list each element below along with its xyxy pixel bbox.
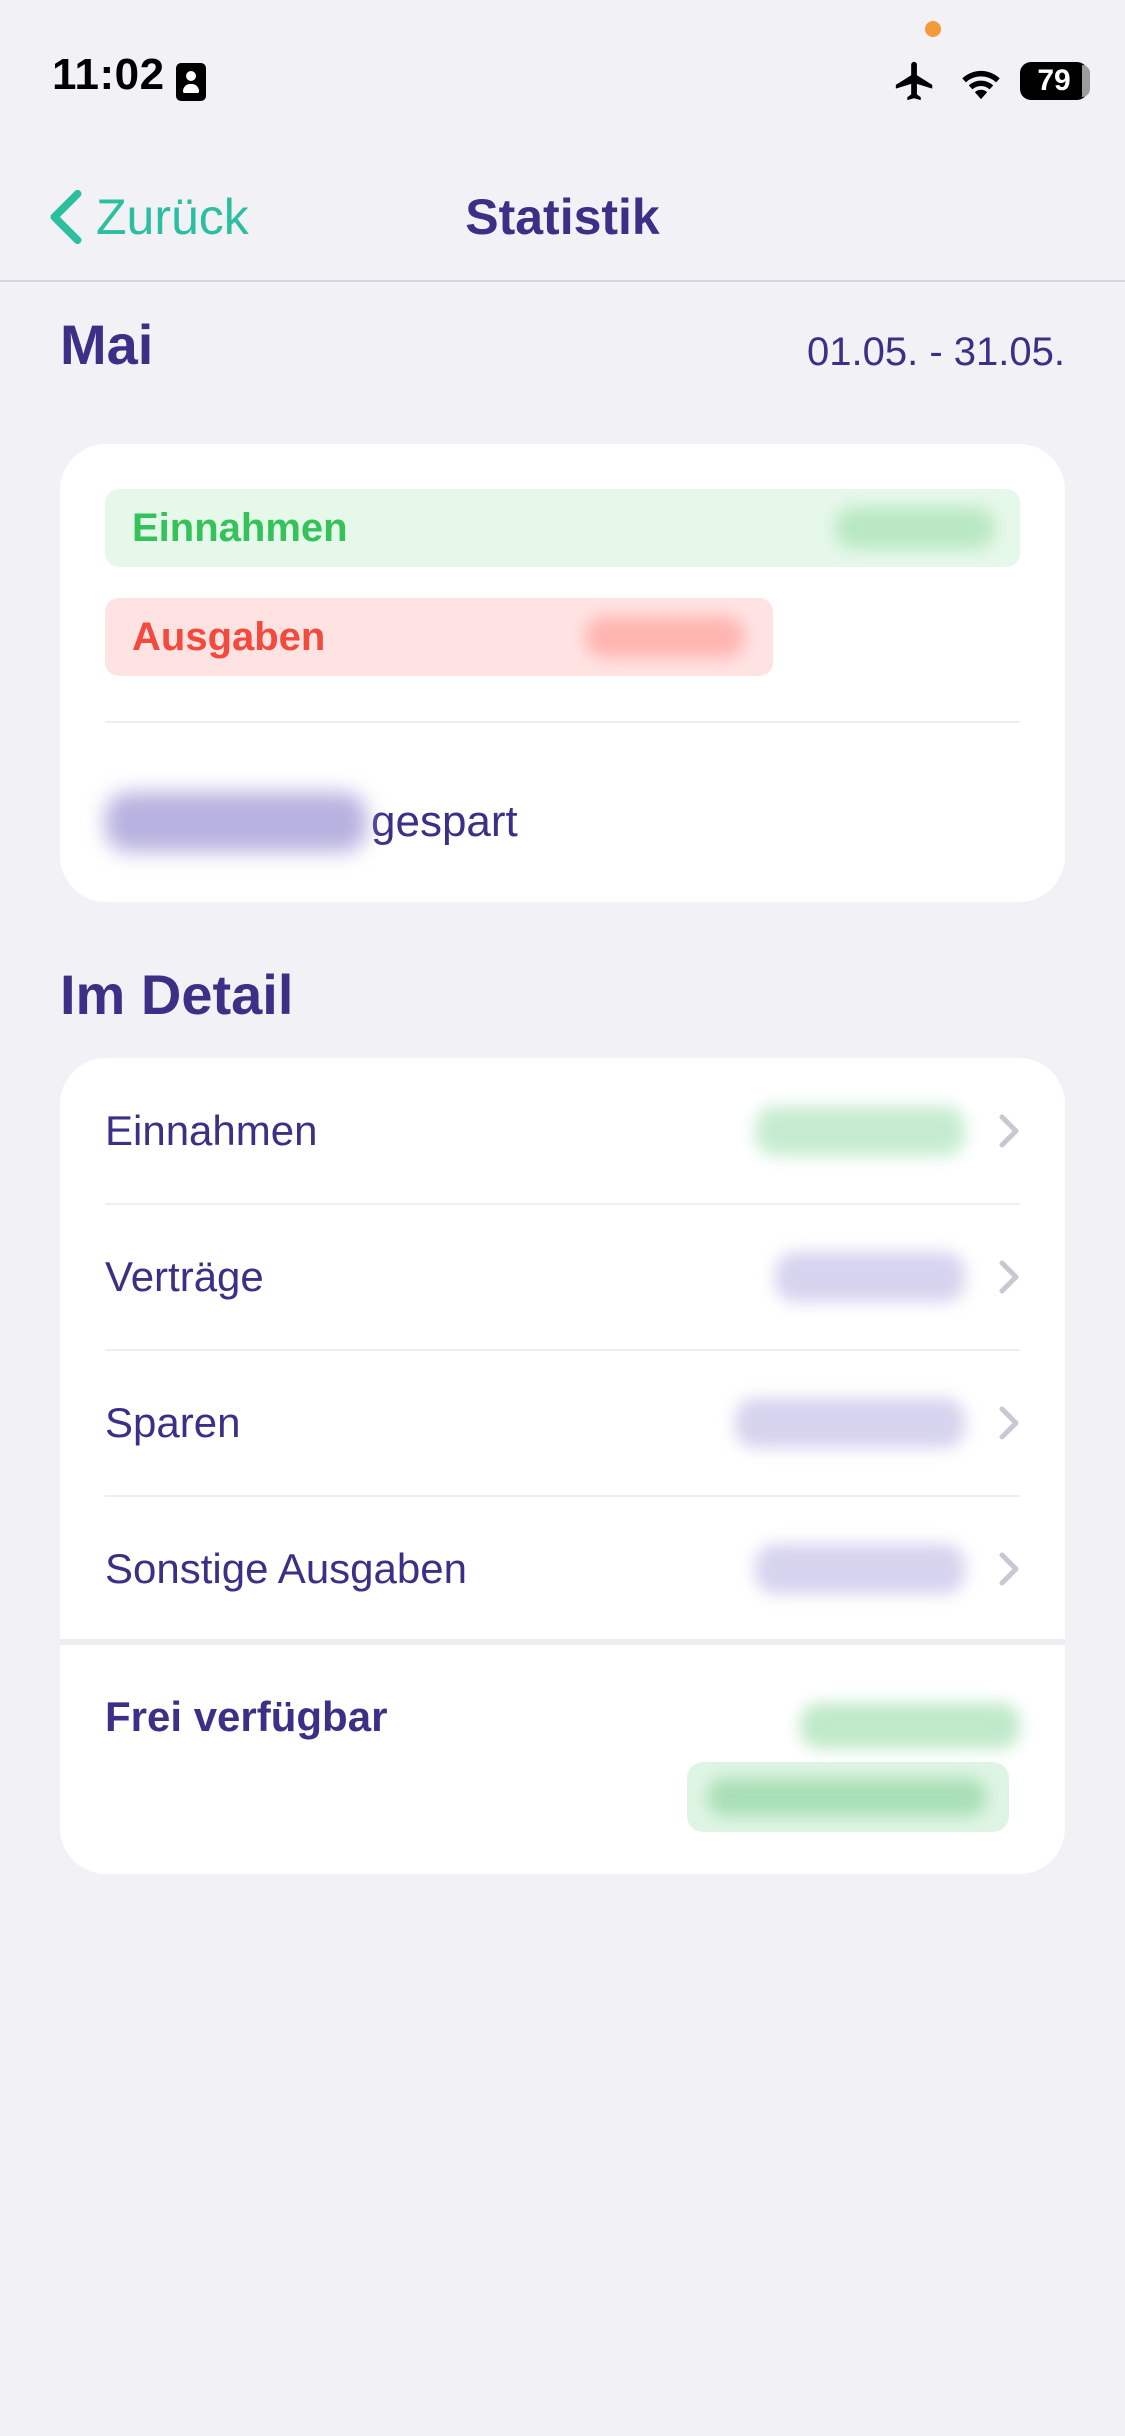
summary-divider: [105, 721, 1020, 723]
saved-label: gespart: [371, 797, 518, 846]
battery-tip: [1082, 65, 1090, 97]
average-per-day-badge: [687, 1762, 1009, 1832]
expense-amount-blurred: [585, 616, 745, 658]
privacy-indicator-dot: [925, 21, 941, 37]
status-time: 11:02: [52, 50, 165, 99]
wifi-icon: [962, 70, 1000, 100]
free-available-label: Frei verfügbar: [105, 1693, 388, 1740]
detail-row-contracts[interactable]: Verträge: [105, 1204, 1020, 1350]
contracts-value-blurred: [775, 1252, 965, 1302]
saved-row: gespart: [105, 782, 518, 862]
chevron-right-icon: [999, 1552, 1019, 1586]
navigation-bar: Zurück Statistik: [0, 150, 1125, 282]
status-bar: 11:02 79: [0, 0, 1125, 150]
free-available-value-blurred: [800, 1703, 1020, 1749]
detail-row-label: Einnahmen: [105, 1107, 318, 1154]
detail-row-other-expenses[interactable]: Sonstige Ausgaben: [105, 1496, 1020, 1642]
battery-icon: 79: [1020, 62, 1088, 100]
other-expenses-value-blurred: [755, 1544, 965, 1594]
saved-amount-blurred: [105, 792, 367, 852]
savings-value-blurred: [735, 1398, 965, 1448]
income-value-blurred: [755, 1106, 965, 1156]
detail-row-label: Sonstige Ausgaben: [105, 1545, 467, 1592]
expense-bar-label: Ausgaben: [132, 614, 326, 659]
income-bar: Einnahmen: [105, 489, 1020, 567]
person-card-icon: [176, 63, 206, 101]
detail-card: Einnahmen Verträge Sparen Sonstige Ausga…: [60, 1058, 1065, 1874]
summary-card: Einnahmen Ausgaben gespart: [60, 444, 1065, 902]
detail-row-label: Sparen: [105, 1399, 241, 1446]
detail-heading: Im Detail: [60, 963, 294, 1026]
detail-row-income[interactable]: Einnahmen: [105, 1058, 1020, 1204]
detail-row-savings[interactable]: Sparen: [105, 1350, 1020, 1496]
average-per-day-blurred: [707, 1778, 987, 1816]
chevron-right-icon: [999, 1114, 1019, 1148]
income-amount-blurred: [835, 507, 995, 549]
page-title: Statistik: [465, 189, 660, 245]
detail-row-label: Verträge: [105, 1253, 264, 1300]
month-title: Mai: [60, 313, 154, 376]
expense-bar: Ausgaben: [105, 598, 773, 676]
income-bar-label: Einnahmen: [132, 505, 348, 550]
free-divider: [60, 1639, 1065, 1645]
chevron-right-icon: [999, 1406, 1019, 1440]
chevron-right-icon: [999, 1260, 1019, 1294]
date-range: 01.05. - 31.05.: [807, 330, 1065, 374]
airplane-icon: [895, 61, 933, 101]
